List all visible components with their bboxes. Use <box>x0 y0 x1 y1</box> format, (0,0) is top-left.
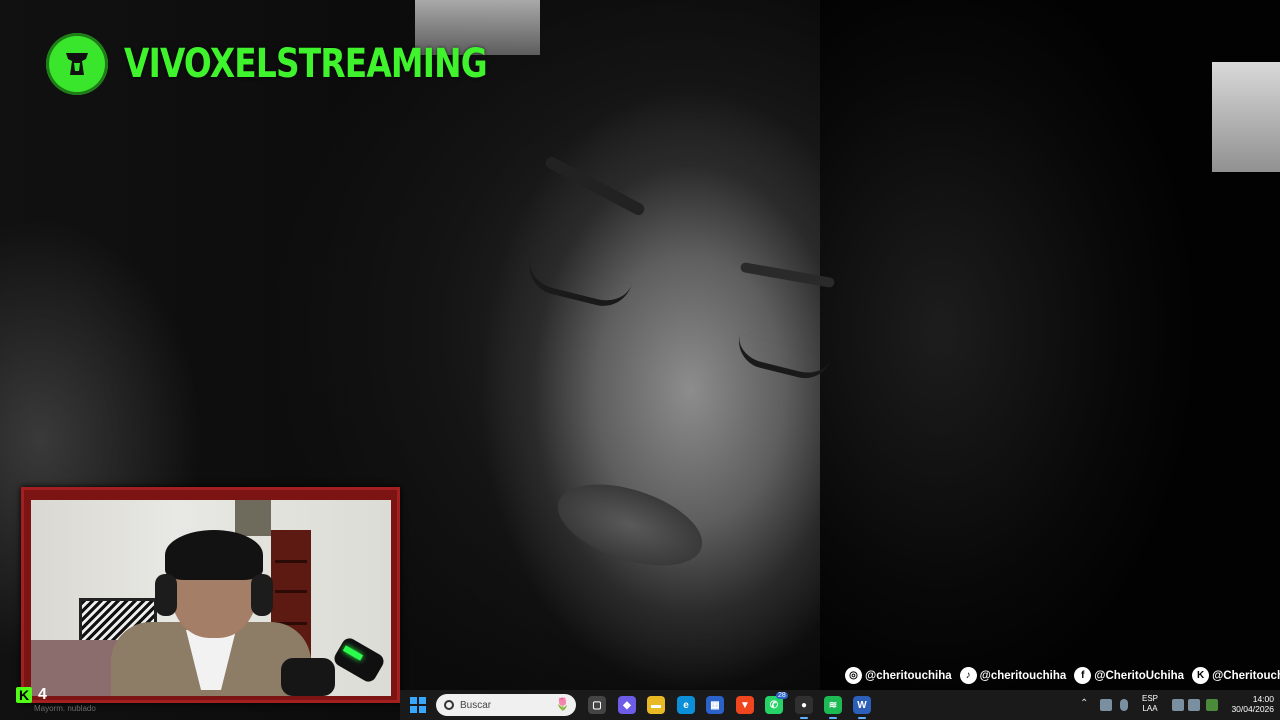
search-icon <box>444 700 454 710</box>
social-handle: @Cheritouchiha <box>1212 669 1280 682</box>
volume-icon[interactable] <box>1188 699 1200 711</box>
kick-logo-icon: K <box>16 687 32 703</box>
webcam-feed <box>31 500 391 696</box>
copilot-icon[interactable]: ◆ <box>618 696 636 714</box>
tiktok-icon: ♪ <box>959 667 977 684</box>
brave-icon[interactable]: ▼ <box>736 696 754 714</box>
spotify-icon[interactable]: ≋ <box>824 696 842 719</box>
webcam-overlay <box>21 487 400 703</box>
social-tiktok: ♪ @cheritouchiha <box>959 667 1067 684</box>
instagram-icon: ◎ <box>845 667 862 684</box>
viewer-count: 4 <box>38 686 47 703</box>
start-menu-icon[interactable] <box>410 697 426 713</box>
search-placeholder: Buscar <box>460 699 492 711</box>
obs-icon[interactable]: ● <box>795 696 813 719</box>
monitor-icon[interactable] <box>1172 699 1184 711</box>
language-indicator[interactable]: ESP LAA <box>1142 694 1158 714</box>
channel-branding: VIVOXELSTREAMING <box>46 33 567 95</box>
vase-logo-icon <box>46 33 108 95</box>
social-handles: ◎ @cheritouchiha ♪ @cheritouchiha f @Che… <box>845 667 1280 684</box>
channel-name: VIVOXELSTREAMING <box>124 41 488 87</box>
store-icon[interactable]: ▦ <box>706 696 724 714</box>
chevron-up-icon[interactable]: ⌃ <box>1080 698 1088 709</box>
battery-icon[interactable] <box>1206 699 1218 711</box>
taskbar-search-box[interactable]: Buscar 🌷 <box>436 694 576 716</box>
social-handle: @cheritouchiha <box>979 669 1067 682</box>
file-explorer-icon[interactable]: ▬ <box>647 696 665 714</box>
social-handle: @cheritouchiha <box>865 669 952 682</box>
taskbar-clock[interactable]: 14:00 30/04/2026 <box>1224 694 1274 714</box>
social-handle: @CheritoUchiha <box>1094 669 1185 682</box>
kick-icon: K <box>1192 667 1210 684</box>
social-instagram: ◎ @cheritouchiha <box>845 667 952 684</box>
word-icon[interactable]: W <box>853 696 871 719</box>
tulip-decoration-icon: 🌷 <box>555 697 570 711</box>
network-status-icon[interactable] <box>1100 699 1112 711</box>
social-facebook: f @CheritoUchiha <box>1074 667 1184 684</box>
facebook-icon: f <box>1074 667 1092 684</box>
weather-widget-text[interactable]: Mayorm. nublado <box>34 704 96 713</box>
edge-icon[interactable]: e <box>677 696 695 714</box>
microphone-icon[interactable] <box>1120 699 1128 711</box>
social-kick: K @Cheritouchiha <box>1192 667 1280 684</box>
task-view-icon[interactable]: ▢ <box>588 696 606 714</box>
kick-viewer-badge: K 4 <box>16 686 47 704</box>
windows-taskbar: Buscar 🌷 ▢ ◆ ▬ e ▦ ▼ ✆ 28 ● ≋ W ⌃ ESP LA… <box>400 690 1280 720</box>
whatsapp-badge: 28 <box>776 692 788 699</box>
headset-icon <box>155 574 177 616</box>
